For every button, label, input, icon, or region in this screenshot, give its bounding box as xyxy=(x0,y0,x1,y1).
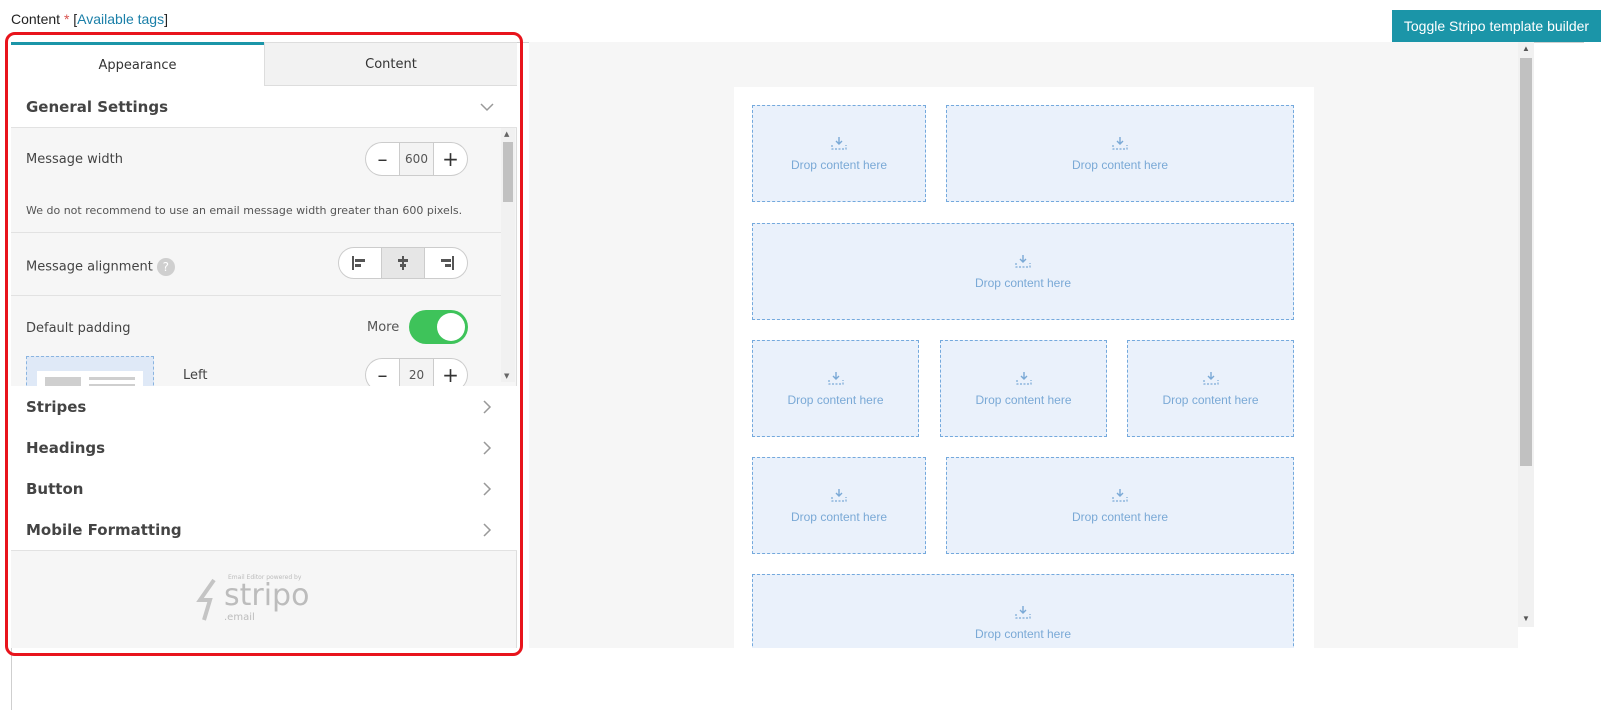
message-width-stepper: – 600 + xyxy=(365,142,468,176)
drop-zone[interactable]: Drop content here xyxy=(752,340,919,437)
drop-download-icon xyxy=(831,136,847,150)
message-alignment-label: Message alignment? xyxy=(26,258,175,276)
message-width-decrease-button[interactable]: – xyxy=(365,142,399,176)
left-padding-label: Left xyxy=(183,368,208,383)
bracket-close: ] xyxy=(164,11,168,27)
align-center-icon xyxy=(398,256,408,270)
drop-zone[interactable]: Drop content here xyxy=(752,223,1294,320)
stripo-wordmark: stripo xyxy=(224,578,310,613)
drop-label: Drop content here xyxy=(974,275,1072,290)
help-icon[interactable]: ? xyxy=(156,258,175,276)
align-right-icon xyxy=(441,256,454,270)
content-label-text: Content xyxy=(11,11,61,27)
scroll-up-arrow-icon[interactable]: ▲ xyxy=(1522,44,1530,53)
chevron-right-icon xyxy=(483,523,492,537)
section-headings[interactable]: Headings xyxy=(11,427,517,469)
chevron-right-icon xyxy=(483,441,492,455)
alignment-button-group xyxy=(338,247,468,279)
stripo-logo: Email Editor powered by stripo .email xyxy=(196,574,326,624)
toggle-knob xyxy=(437,313,465,341)
drop-zone[interactable]: Drop content here xyxy=(752,574,1294,648)
drop-download-icon xyxy=(1015,371,1032,385)
chevron-right-icon xyxy=(483,400,492,414)
section-title: Headings xyxy=(26,438,106,457)
scroll-down-arrow-icon[interactable]: ▼ xyxy=(1522,614,1530,623)
message-width-input[interactable]: 600 xyxy=(399,142,434,176)
canvas-scroll-thumb[interactable] xyxy=(1520,58,1532,466)
drop-label: Drop content here xyxy=(1162,392,1259,407)
default-padding-label: Default padding xyxy=(26,321,131,336)
drop-label: Drop content here xyxy=(787,392,884,407)
drop-zone[interactable]: Drop content here xyxy=(752,105,926,202)
align-center-button[interactable] xyxy=(381,248,424,278)
drop-download-icon xyxy=(1015,605,1031,619)
section-title: Mobile Formatting xyxy=(26,520,182,539)
chevron-right-icon xyxy=(483,482,492,496)
align-right-button[interactable] xyxy=(424,248,467,278)
general-settings-header[interactable]: General Settings xyxy=(11,86,517,128)
chevron-down-icon xyxy=(480,103,494,112)
message-width-hint: We do not recommend to use an email mess… xyxy=(26,204,463,217)
section-title: Button xyxy=(26,479,84,498)
settings-scroll-thumb[interactable] xyxy=(503,142,513,202)
default-padding-toggle[interactable] xyxy=(409,310,468,344)
drop-label: Drop content here xyxy=(1071,157,1169,172)
drop-download-icon xyxy=(827,371,844,385)
section-title: Stripes xyxy=(26,397,87,416)
scroll-down-arrow-icon[interactable]: ▼ xyxy=(504,372,509,380)
section-button[interactable]: Button xyxy=(11,468,517,510)
scroll-up-arrow-icon[interactable]: ▲ xyxy=(504,130,509,138)
general-settings-title: General Settings xyxy=(26,97,169,116)
drop-zone[interactable]: Drop content here xyxy=(752,457,926,554)
settings-scrollbar[interactable]: ▲ ▼ xyxy=(501,128,515,382)
drop-label: Drop content here xyxy=(790,157,888,172)
drop-download-icon xyxy=(1015,254,1031,268)
more-label: More xyxy=(367,320,400,335)
content-field-label: Content * [Available tags] xyxy=(11,11,168,27)
message-width-increase-button[interactable]: + xyxy=(434,142,468,176)
section-stripes[interactable]: Stripes xyxy=(11,386,517,428)
tab-content[interactable]: Content xyxy=(264,42,517,86)
drop-zone[interactable]: Drop content here xyxy=(946,105,1294,202)
tab-appearance[interactable]: Appearance xyxy=(11,42,264,86)
stripo-email-suffix: .email xyxy=(224,612,255,623)
drop-download-icon xyxy=(1202,371,1219,385)
drop-label: Drop content here xyxy=(790,509,888,524)
email-canvas: Drop content here Drop content here Drop c… xyxy=(529,42,1518,648)
drop-download-icon xyxy=(831,488,847,502)
settings-tabs: Appearance Content xyxy=(11,42,517,86)
available-tags-link[interactable]: Available tags xyxy=(77,11,164,27)
align-left-icon xyxy=(352,256,365,270)
settings-panel: Appearance Content General Settings Mess… xyxy=(11,42,517,648)
drop-zone[interactable]: Drop content here xyxy=(946,457,1294,554)
drop-zone[interactable]: Drop content here xyxy=(940,340,1107,437)
canvas-scrollbar[interactable]: ▲ ▼ xyxy=(1518,42,1534,627)
drop-label: Drop content here xyxy=(974,626,1072,641)
email-template: Drop content here Drop content here Drop c… xyxy=(734,87,1314,648)
drop-download-icon xyxy=(1112,488,1128,502)
drop-label: Drop content here xyxy=(975,392,1072,407)
message-alignment-label-text: Message alignment xyxy=(26,259,153,275)
message-alignment-row: Message alignment? xyxy=(11,233,501,296)
stripo-mark-icon xyxy=(196,578,216,621)
toggle-stripo-builder-button[interactable]: Toggle Stripo template builder xyxy=(1392,10,1601,42)
drop-label: Drop content here xyxy=(1071,509,1169,524)
required-mark: * xyxy=(63,11,70,27)
drop-zone[interactable]: Drop content here xyxy=(1127,340,1294,437)
message-width-label: Message width xyxy=(26,152,123,167)
align-left-button[interactable] xyxy=(339,248,381,278)
drop-download-icon xyxy=(1112,136,1128,150)
section-mobile-formatting[interactable]: Mobile Formatting xyxy=(11,509,517,551)
message-width-row: Message width – 600 + We do not recommen… xyxy=(11,128,501,233)
